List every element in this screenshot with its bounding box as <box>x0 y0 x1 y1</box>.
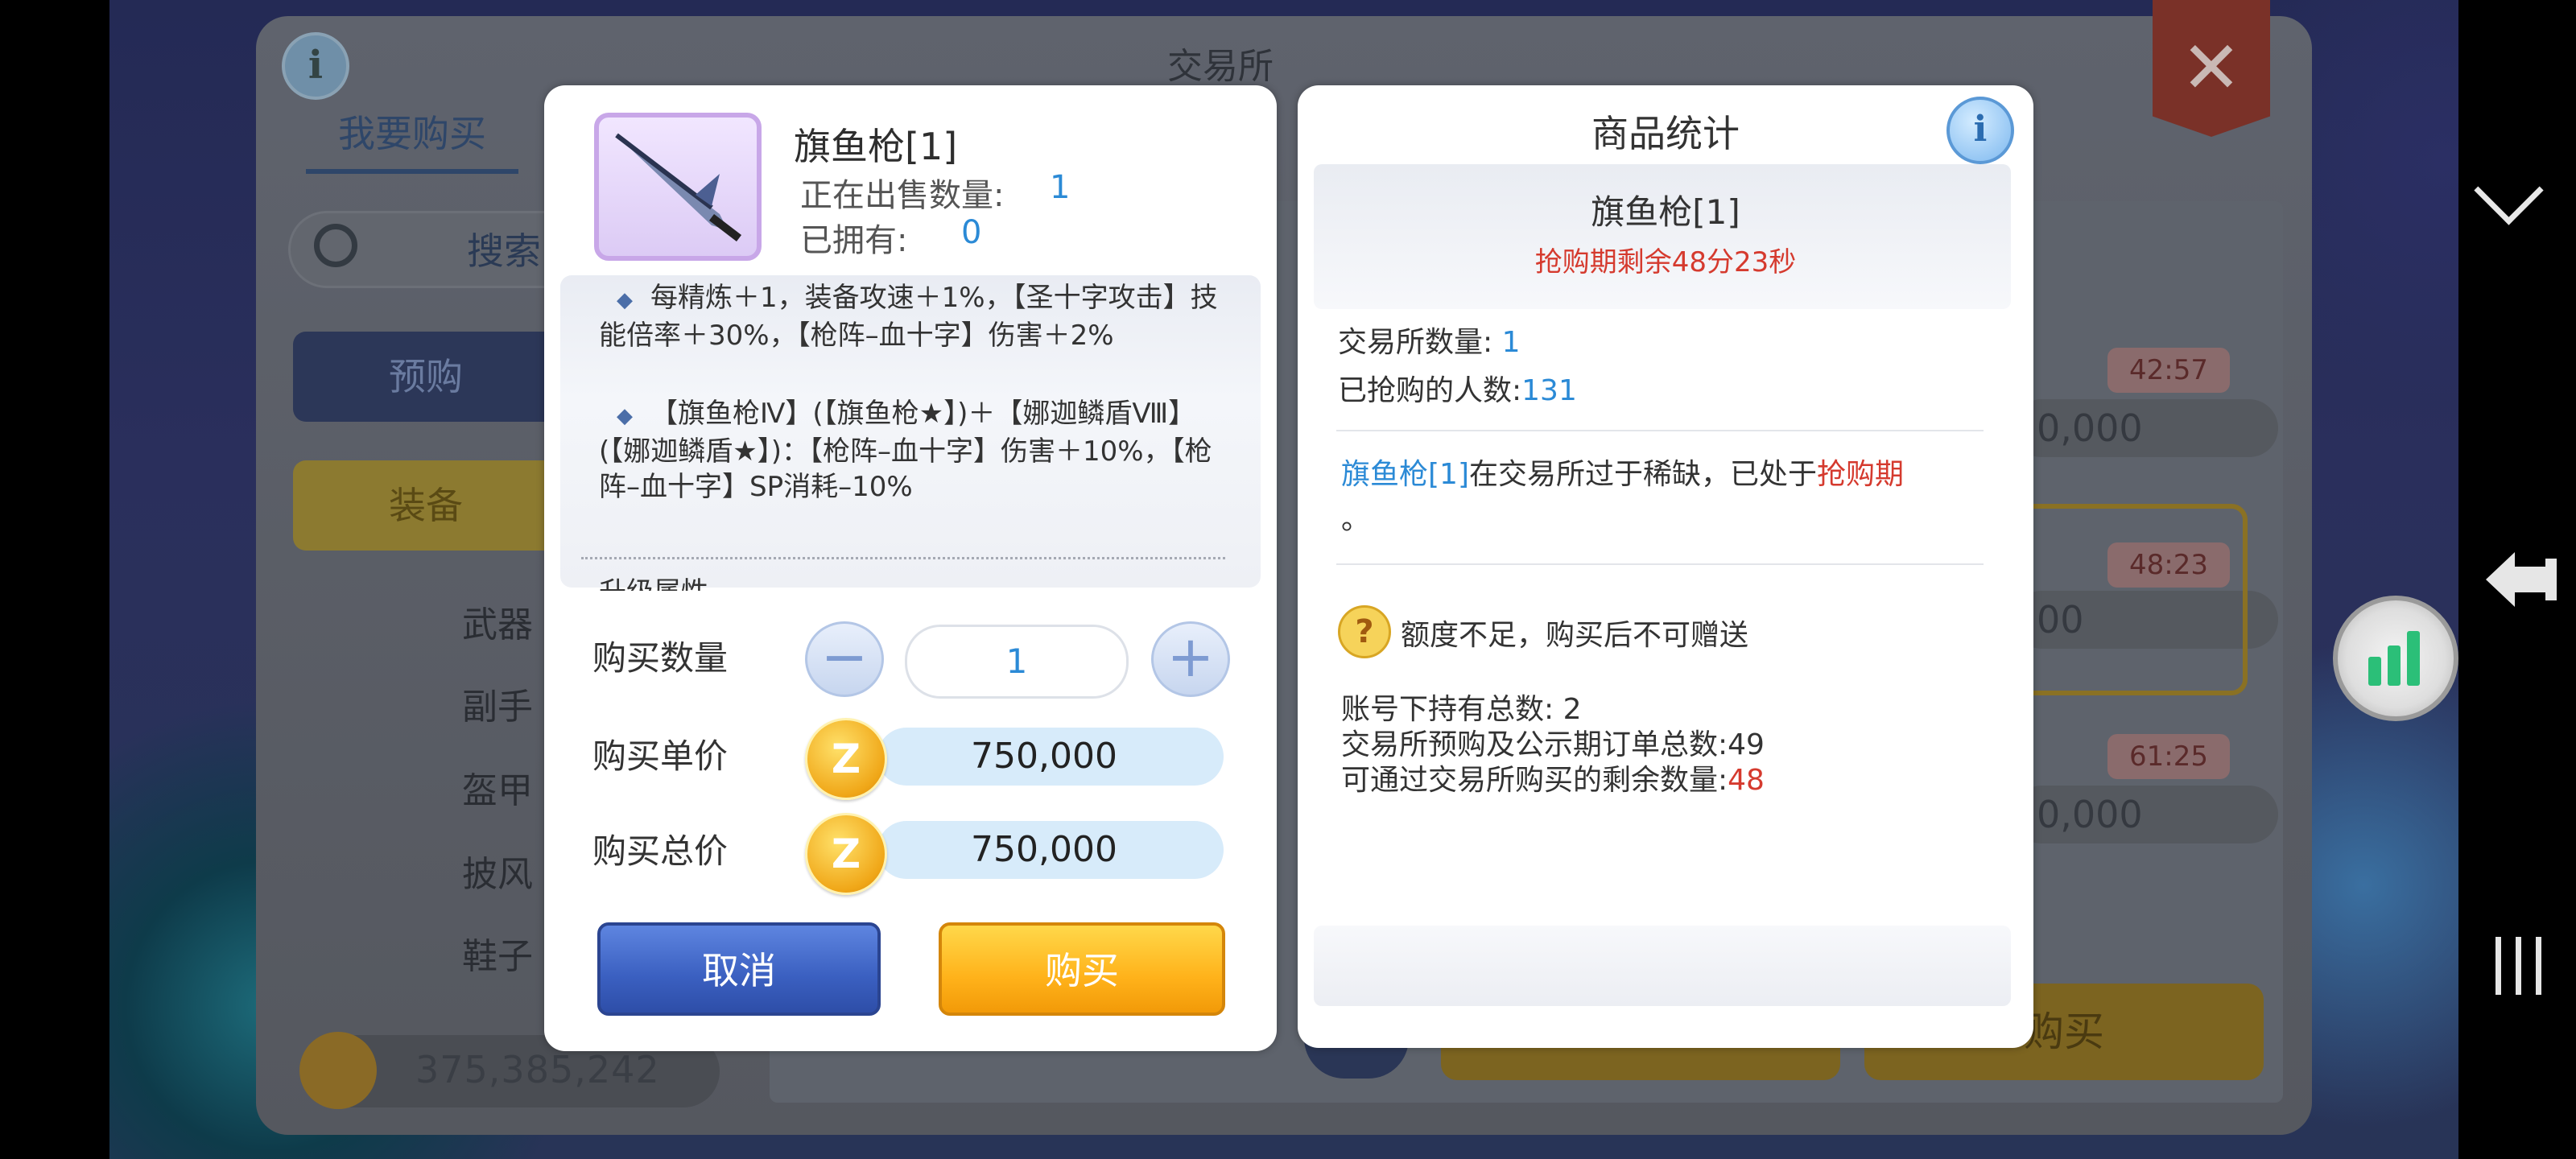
item-description[interactable]: ◆ 每精炼＋1，装备攻速＋1%，【圣十字攻击】技能倍率＋30%，【枪阵–血十字】伤… <box>560 275 1261 588</box>
cancel-button[interactable]: 取消 <box>597 922 881 1016</box>
total-price-label: 购买总价 <box>592 831 729 871</box>
unit-price-label: 购买单价 <box>592 736 729 776</box>
exchange-title: 交易所 <box>1167 46 1274 87</box>
description-entry: ◆ 【旗鱼枪Ⅳ】(【旗鱼枪★】)＋【娜迦鳞盾Ⅷ】(【娜迦鳞盾★】)：【枪阵–血十字… <box>599 398 1212 503</box>
exchange-quantity: 交易所数量: 1 <box>1338 326 1521 359</box>
question-icon[interactable]: ? <box>1338 605 1391 658</box>
listing-price: 0,000 <box>2013 399 2278 457</box>
search-icon <box>314 224 357 267</box>
recent-apps-icon[interactable] <box>2491 934 2547 998</box>
signal-bars-icon <box>2368 631 2420 686</box>
preorder-button: 预购 <box>293 332 559 422</box>
zeny-coin-icon: Z <box>805 718 887 800</box>
quota-warning: 额度不足，购买后不可赠送 <box>1401 619 1749 652</box>
upgrade-attributes-heading: 升级属性 <box>599 570 708 591</box>
info-icon: i <box>282 32 349 100</box>
scarcity-notice: 旗鱼枪[1]在交易所过于稀缺，已处于抢购期。 <box>1341 458 1905 536</box>
diamond-bullet-icon: ◆ <box>617 288 633 312</box>
stats-title: 商品统计 <box>1591 112 1740 155</box>
back-arrow-icon[interactable] <box>2483 547 2560 612</box>
rush-period-timer: 抢购期剩余48分23秒 <box>1534 246 1797 278</box>
description-entry: ◆ 每精炼＋1，装备攻速＋1%，【圣十字攻击】技能倍率＋30%，【枪阵–血十字】伤… <box>599 282 1218 352</box>
remaining-quantity: 可通过交易所购买的剩余数量:48 <box>1341 764 1765 797</box>
diamond-bullet-icon: ◆ <box>617 404 633 428</box>
buyers-count: 已抢购的人数:131 <box>1338 374 1577 407</box>
currency-balance: 375,385,242 <box>415 1048 660 1091</box>
listing-timer: 42:57 <box>2107 348 2230 393</box>
stats-footer-panel <box>1314 926 2011 1006</box>
selected-listing-highlight <box>2013 504 2248 695</box>
category-armor: 盔甲 <box>462 770 533 811</box>
floating-assistant-button[interactable] <box>2333 596 2458 721</box>
category-shoes: 鞋子 <box>462 936 533 977</box>
zeny-icon <box>299 1032 377 1109</box>
close-icon: ✕ <box>2153 0 2270 137</box>
swordfish-spear-icon <box>615 133 742 241</box>
plus-button[interactable]: + <box>1151 621 1230 697</box>
zeny-coin-icon: Z <box>805 813 887 895</box>
total-price-value: 750,000 <box>877 821 1224 879</box>
category-offhand: 副手 <box>462 687 533 728</box>
divider <box>1336 563 1984 565</box>
category-cloak: 披风 <box>462 854 533 895</box>
quantity-input[interactable]: 1 <box>905 625 1129 699</box>
divider <box>1336 430 1984 431</box>
category-weapon: 武器 <box>462 604 533 645</box>
equipment-button: 装备 <box>293 460 559 551</box>
listing-price: 0,000 <box>2013 786 2278 843</box>
minus-button[interactable]: − <box>805 621 884 697</box>
on-sale-value: 1 <box>1050 169 1071 206</box>
listing-timer: 61:25 <box>2107 734 2230 779</box>
owned-label: 已拥有: <box>800 222 908 259</box>
item-image <box>594 113 762 261</box>
quantity-label: 购买数量 <box>592 638 729 678</box>
search-placeholder: 搜索 <box>467 229 541 273</box>
on-sale-label: 正在出售数量: <box>800 177 1005 214</box>
stats-item-name: 旗鱼枪[1] <box>1591 192 1740 232</box>
info-icon[interactable]: i <box>1946 97 2014 164</box>
description-divider <box>581 557 1225 559</box>
item-name: 旗鱼枪[1] <box>794 125 958 168</box>
tab-buy: 我要购买 <box>306 105 518 174</box>
buy-button[interactable]: 购买 <box>939 922 1225 1016</box>
unit-price-value: 750,000 <box>877 728 1224 786</box>
owned-value[interactable]: 0 <box>961 214 981 251</box>
